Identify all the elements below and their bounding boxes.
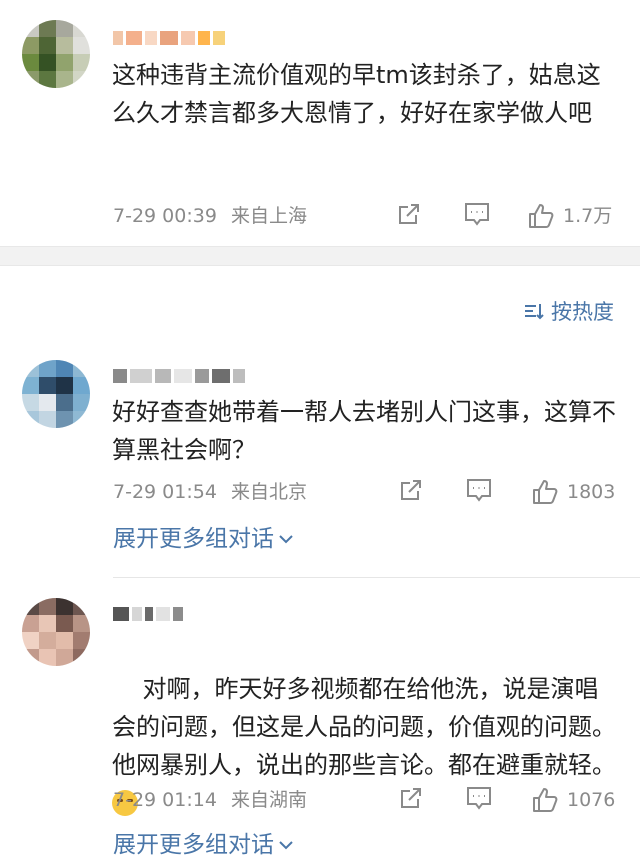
comment-text: 对啊，昨天好多视频都在给他洗，说是演唱会的问题，但这是人品的问题，价值观的问题。… <box>112 632 622 860</box>
expand-label: 展开更多组对话 <box>113 526 274 552</box>
like-button[interactable]: 1076 <box>531 785 615 815</box>
divider <box>113 577 640 578</box>
sort-label: 按热度 <box>551 300 614 324</box>
like-icon <box>529 204 554 228</box>
expand-label: 展开更多组对话 <box>113 832 274 858</box>
comment-icon <box>465 203 489 226</box>
comment-time: 7-29 00:39 <box>113 205 217 227</box>
like-icon <box>533 788 558 812</box>
comment-text: 这种违背主流价值观的早tm该封杀了，姑息这么久才禁言都多大恩情了，好好在家学做人… <box>112 61 601 127</box>
comment-location: 来自上海 <box>230 205 307 227</box>
comment-meta: 7-29 01:54 来自北京 1803 <box>113 477 623 507</box>
username-redacted[interactable] <box>113 364 245 388</box>
share-icon <box>401 788 421 808</box>
avatar[interactable] <box>22 20 90 88</box>
expand-conversation-link[interactable]: 展开更多组对话 <box>113 830 294 860</box>
comment-time: 7-29 01:14 <box>113 789 217 811</box>
comment-meta: 7-29 01:14 来自湖南 1076 <box>113 785 623 815</box>
like-button[interactable]: 1803 <box>531 477 615 507</box>
comment-icon <box>467 479 491 502</box>
share-button[interactable] <box>396 201 422 227</box>
chevron-down-icon <box>279 535 293 544</box>
share-icon <box>401 480 421 500</box>
share-button[interactable] <box>398 785 424 811</box>
sort-by-hot-button[interactable]: 按热度 <box>523 296 614 326</box>
like-count: 1076 <box>567 789 616 811</box>
comment-button[interactable] <box>465 785 493 811</box>
avatar[interactable] <box>22 360 90 428</box>
like-count: 1803 <box>567 481 616 503</box>
username-redacted[interactable] <box>113 602 183 626</box>
share-button[interactable] <box>398 477 424 503</box>
comment-button[interactable] <box>463 201 491 227</box>
like-count: 1.7万 <box>563 205 613 227</box>
share-icon <box>399 204 419 224</box>
comment-meta: 7-29 00:39 来自上海 1.7万 <box>113 201 623 231</box>
section-divider <box>0 246 640 266</box>
chevron-down-icon <box>279 841 293 850</box>
comment-1: 这种违背主流价值观的早tm该封杀了，姑息这么久才禁言都多大恩情了，好好在家学做人… <box>0 0 640 246</box>
comment-icon <box>467 787 491 810</box>
comment-time: 7-29 01:54 <box>113 481 217 503</box>
comment-button[interactable] <box>465 477 493 503</box>
comment-text-body: 对啊，昨天好多视频都在给他洗，说是演唱会的问题，但这是人品的问题，价值观的问题。… <box>112 675 616 779</box>
expand-conversation-link[interactable]: 展开更多组对话 <box>113 524 294 554</box>
comment-text: 好好查查她带着一帮人去堵别人门这事，这算不算黑社会啊？ <box>112 398 616 464</box>
comment-location: 来自湖南 <box>230 789 307 811</box>
comment-location: 来自北京 <box>230 481 307 503</box>
sort-icon <box>525 304 544 320</box>
username-redacted[interactable] <box>113 26 225 50</box>
like-icon <box>533 480 558 504</box>
like-button[interactable]: 1.7万 <box>527 201 612 231</box>
avatar[interactable] <box>22 598 90 666</box>
